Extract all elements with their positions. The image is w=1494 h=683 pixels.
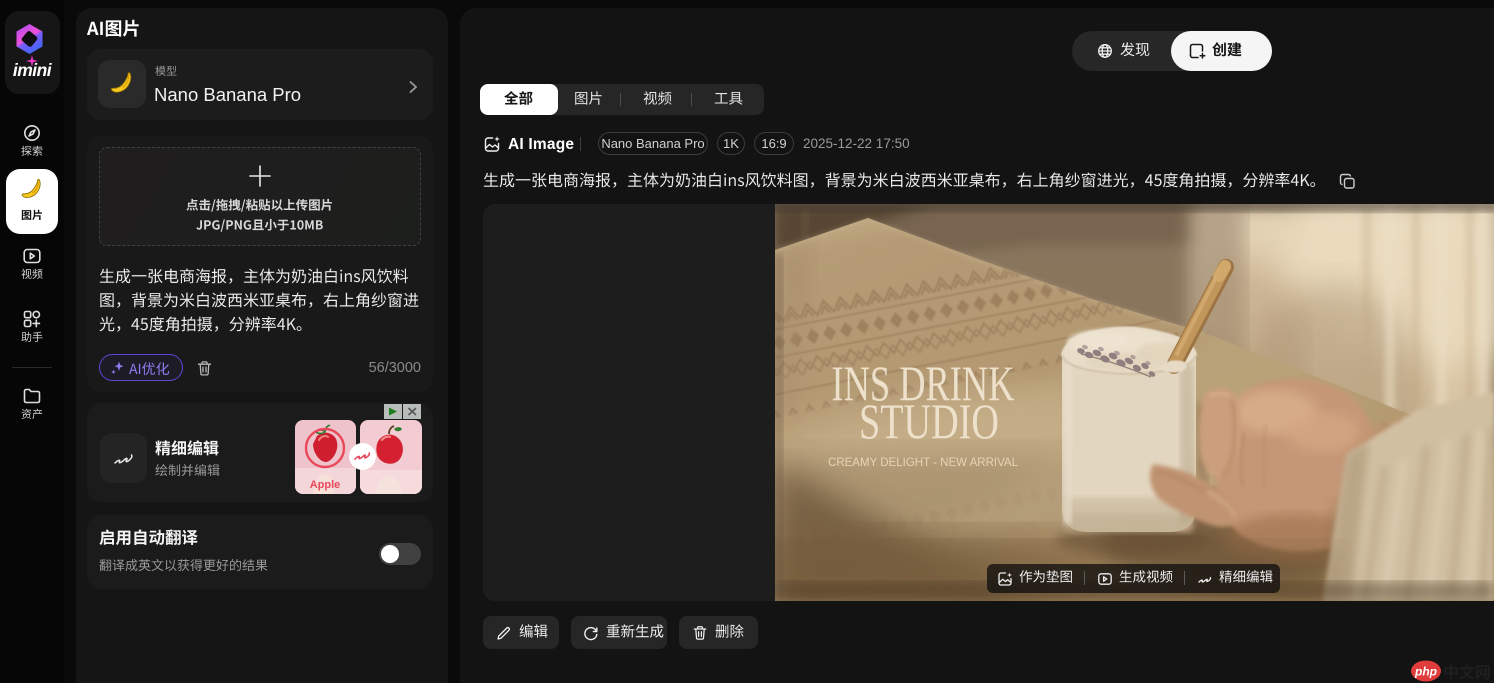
svg-text:Apple: Apple <box>310 479 341 491</box>
svg-text:php: php <box>1414 665 1437 679</box>
